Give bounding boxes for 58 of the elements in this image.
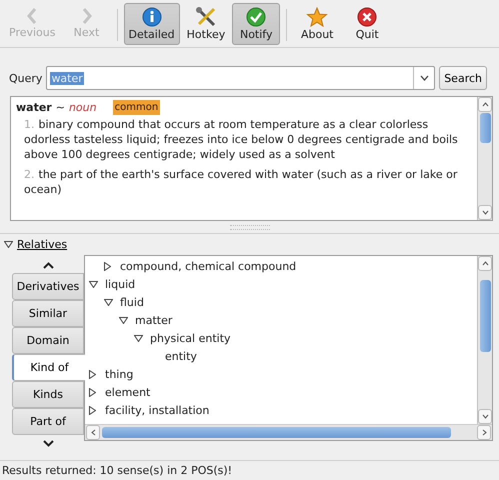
toolbar-button[interactable]: Hotkey bbox=[182, 3, 230, 45]
expand-arrow-icon[interactable] bbox=[104, 262, 111, 270]
chevron-left-icon bbox=[26, 7, 38, 25]
separator: ~ bbox=[56, 100, 65, 115]
scrollbar-thumb[interactable] bbox=[480, 113, 490, 143]
search-button[interactable]: Search bbox=[439, 66, 487, 90]
vertical-scrollbar[interactable] bbox=[477, 97, 492, 220]
relation-tab[interactable]: Part of bbox=[12, 408, 84, 435]
relation-tab[interactable]: Similar bbox=[12, 300, 84, 327]
scroll-up-icon[interactable] bbox=[482, 261, 488, 266]
toolbar-button[interactable]: About bbox=[293, 3, 342, 45]
chevron-right-icon bbox=[80, 7, 92, 25]
toolbar-button[interactable]: Notify bbox=[232, 3, 280, 45]
collapse-arrow-icon[interactable] bbox=[89, 280, 98, 288]
scrollbar-thumb[interactable] bbox=[480, 280, 490, 352]
scroll-left-icon[interactable] bbox=[90, 429, 96, 436]
frequency-tag: common bbox=[112, 100, 160, 115]
query-label: Query bbox=[9, 72, 42, 84]
splitter-handle[interactable] bbox=[230, 224, 270, 230]
horizontal-scrollbar[interactable] bbox=[85, 424, 492, 440]
chevron-up-icon[interactable] bbox=[42, 262, 54, 268]
chevron-down-icon[interactable] bbox=[42, 440, 54, 446]
tree-item[interactable]: thing bbox=[105, 368, 134, 380]
part-of-speech: noun bbox=[68, 100, 97, 115]
collapse-arrow-icon[interactable] bbox=[104, 298, 113, 306]
tree-item[interactable]: facility, installation bbox=[105, 404, 210, 416]
relatives-toggle[interactable]: Relatives bbox=[4, 236, 68, 255]
close-icon bbox=[357, 7, 378, 27]
tree-item[interactable]: compound, chemical compound bbox=[120, 260, 296, 272]
tree-item[interactable]: matter bbox=[135, 314, 172, 326]
tree-item[interactable]: element bbox=[105, 386, 150, 398]
toolbar-button[interactable]: Detailed bbox=[124, 3, 180, 45]
tree-item[interactable]: liquid bbox=[105, 278, 136, 290]
toolbar-button[interactable]: Quit bbox=[343, 3, 392, 45]
scroll-up-icon[interactable] bbox=[482, 102, 488, 107]
status-text: Results returned: 10 sense(s) in 2 POS(s)! bbox=[1, 463, 234, 479]
tree-item[interactable]: entity bbox=[165, 350, 197, 362]
sense-definition: 1. binary compound that occurs at room temperature as a clear colorless odorless tasteless liquid; freezes into ice below 0 degrees centigrade and boils above 100 degrees centigrade; widely used as a solvent bbox=[23, 117, 459, 162]
checkmark-icon bbox=[246, 7, 266, 27]
relation-tab[interactable]: Kind of bbox=[12, 354, 85, 381]
collapse-arrow-icon[interactable] bbox=[134, 334, 143, 342]
scroll-down-icon[interactable] bbox=[482, 210, 488, 215]
collapse-arrow-icon[interactable] bbox=[4, 241, 13, 248]
info-icon bbox=[142, 7, 162, 27]
scroll-down-icon[interactable] bbox=[482, 414, 488, 419]
scroll-right-icon[interactable] bbox=[482, 429, 486, 436]
tree-item[interactable]: fluid bbox=[120, 296, 144, 308]
sense-definition: 2. the part of the earth's surface covered with water (such as a river or lake or ocean) bbox=[23, 167, 458, 197]
scrollbar-thumb[interactable] bbox=[102, 427, 451, 438]
relation-tab[interactable]: Domain bbox=[12, 327, 84, 354]
vertical-scrollbar[interactable] bbox=[477, 256, 492, 424]
tools-icon bbox=[194, 7, 217, 27]
tree-item[interactable]: physical entity bbox=[150, 332, 231, 344]
collapse-arrow-icon[interactable] bbox=[119, 316, 128, 324]
headword: water bbox=[16, 100, 52, 115]
relation-tab[interactable]: Derivatives bbox=[12, 273, 84, 300]
relation-tab[interactable]: Kinds bbox=[12, 381, 84, 408]
star-icon bbox=[306, 7, 328, 27]
